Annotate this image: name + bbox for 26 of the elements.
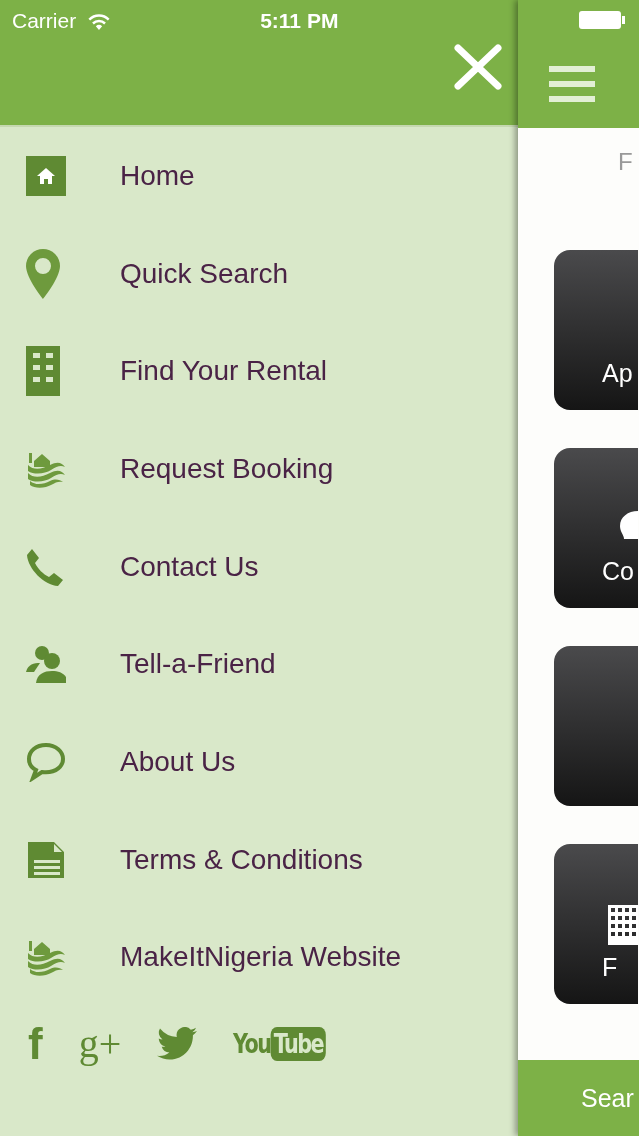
building-icon — [26, 346, 60, 397]
house-icon — [26, 155, 66, 196]
people-icon — [26, 644, 66, 685]
menu-icon[interactable] — [549, 66, 595, 102]
menu-item[interactable]: Contact Us — [0, 517, 518, 616]
menu-item[interactable]: Tell-a-Friend — [0, 615, 518, 714]
menu-item[interactable]: MakeItNigeria Website — [0, 908, 518, 1007]
close-icon[interactable] — [454, 44, 502, 90]
menu-item[interactable]: Request Booking — [0, 420, 518, 518]
document-icon — [26, 839, 66, 880]
speech-bubble-icon — [26, 741, 66, 782]
category-tile[interactable]: Ap — [554, 250, 638, 410]
menu-item[interactable]: Quick Search — [0, 224, 518, 323]
battery-icon — [578, 10, 626, 30]
clock-time: 5:11 PM — [260, 9, 339, 33]
menu-item[interactable]: Terms & Conditions — [0, 810, 518, 909]
category-tile[interactable]: F — [554, 844, 638, 1004]
category-tile[interactable]: Co — [554, 448, 638, 608]
menu-item[interactable]: About Us — [0, 713, 518, 811]
map-pin-icon — [26, 248, 60, 299]
page-heading: F — [618, 148, 633, 177]
carrier-name: Carrier — [12, 9, 77, 33]
menu-item[interactable]: Home — [0, 127, 518, 225]
menu-item[interactable]: Find Your Rental — [0, 322, 518, 421]
category-tile[interactable] — [554, 646, 638, 806]
bird-icon[interactable] — [157, 1027, 198, 1062]
